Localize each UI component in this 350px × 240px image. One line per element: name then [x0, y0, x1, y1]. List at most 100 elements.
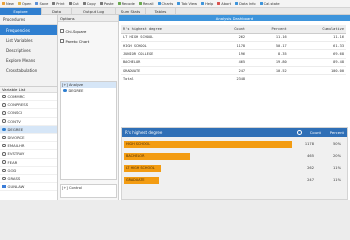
variable-item-conpress[interactable]: CONPRESS	[0, 101, 57, 110]
toolbar-label: Recode	[121, 1, 135, 6]
toolbar-cut-button[interactable]: Cut	[68, 2, 79, 6]
nominal-variable-icon	[2, 103, 6, 107]
toolbar-help-button[interactable]: Help	[201, 2, 213, 6]
analyze-target-box[interactable]: [+] Analyze DEGREE	[60, 81, 117, 180]
cell-category: BACHELOR	[121, 58, 216, 68]
variable-name: FEAR	[7, 159, 18, 165]
tab-data[interactable]: Data	[42, 7, 72, 15]
variable-item-degree[interactable]: DEGREE	[0, 125, 57, 134]
toolbar-save-button[interactable]: Save	[35, 2, 48, 6]
cell-percent	[247, 75, 289, 83]
column-header-count: Count	[216, 25, 248, 34]
nav-item-frequencies[interactable]: Frequencies	[0, 25, 57, 35]
chart-bar[interactable]: LT HIGH SCHOOL	[124, 164, 162, 172]
nominal-variable-icon	[2, 94, 6, 99]
tab-sum-stats[interactable]: Sum Stats	[116, 7, 146, 15]
variable-item-consci[interactable]: CONSCI	[0, 109, 57, 118]
toolbar-paste-button[interactable]: Paste	[99, 1, 114, 6]
toolbar-cal-state-button[interactable]: Cal.state	[259, 1, 280, 6]
nominal-variable-icon	[2, 152, 6, 156]
control-target-title: [+] Control	[62, 185, 82, 190]
nominal-variable-icon	[2, 119, 6, 123]
toolbar-open-button[interactable]: Open	[17, 1, 32, 6]
variable-list-panel: Variable List COMMRC CONPRESS CONSCI CONTV D…	[0, 86, 58, 200]
nav-item-list-variables[interactable]: List Variables	[0, 35, 57, 45]
chart-toggle-icon[interactable]	[297, 130, 302, 135]
tab-output-log[interactable]: Output Log	[72, 7, 116, 15]
chart-bar[interactable]: HIGH SCHOOL	[124, 140, 292, 148]
variable-item-divorce[interactable]: DIVORCE	[0, 134, 57, 143]
pareto-chart-checkbox[interactable]	[60, 39, 64, 43]
chart-bar[interactable]: GRADUATE	[124, 176, 160, 184]
variable-name: GOD	[7, 167, 17, 173]
chart-bar-label: LT HIGH SCHOOL	[126, 166, 155, 170]
variable-item-god[interactable]: GOD	[0, 167, 57, 175]
toolbar-label: Cal.state	[263, 1, 280, 6]
table-row: JUNIOR COLLEGE 196 8.35 69.68	[121, 49, 346, 59]
chi-square-checkbox[interactable]	[60, 29, 64, 33]
variable-item-gunlaw[interactable]: GUNLAW	[0, 183, 57, 192]
cell-count: 262	[216, 33, 248, 42]
paste-icon	[99, 2, 103, 5]
variable-item-grass[interactable]: GRASS	[0, 175, 57, 184]
cell-count: 2348	[236, 77, 246, 82]
variable-name: EVSTRAY	[7, 151, 25, 157]
toolbar-print-button[interactable]: Print	[52, 2, 65, 6]
pareto-chart-option[interactable]: Pareto Chart	[58, 36, 118, 46]
variable-item-commrc[interactable]: COMMRC	[0, 93, 57, 102]
tab-explore[interactable]: Explore	[0, 7, 42, 15]
variable-item-contv[interactable]: CONTV	[0, 118, 57, 126]
table-row: LT HIGH SCHOOL 262 11.16 11.16	[121, 33, 346, 42]
chart-bar[interactable]: BACHELOR	[124, 152, 191, 160]
toolbar-data-info-button[interactable]: Data Info	[235, 2, 256, 6]
datainfo-icon	[235, 2, 239, 5]
toolbar-new-button[interactable]: New	[2, 2, 14, 6]
variable-item-fear[interactable]: FEAR	[0, 159, 57, 167]
variable-item-evstray[interactable]: EVSTRAY	[0, 150, 57, 159]
chart-bar-percent: 11%	[333, 178, 341, 182]
toolbar-label: Open	[21, 1, 32, 6]
column-header-percent: Percent	[247, 25, 289, 34]
nominal-variable-icon	[2, 160, 6, 164]
cell-percent: 10.52	[247, 66, 289, 76]
tab-tables[interactable]: Tables	[146, 7, 176, 15]
cell-percent: 11.16	[247, 33, 289, 42]
chart-bar-percent: 11%	[333, 166, 341, 170]
help-icon	[201, 2, 205, 5]
toolbar-abort-button[interactable]: Abort	[217, 2, 231, 6]
chart-bar-percent: 50%	[333, 142, 341, 146]
chart-count-header: Count	[309, 130, 321, 135]
table-header-row: R's highest degree Count Percent Cumulat…	[121, 25, 346, 34]
cell-cumulative: 61.33	[288, 41, 346, 51]
toolbar-label: Data Info	[239, 1, 256, 6]
toolbar-label: Charts	[161, 1, 174, 6]
nav-item-explore-means[interactable]: Explore Means	[0, 55, 57, 65]
scale-variable-icon	[2, 184, 6, 189]
toolbar-recode-button[interactable]: Recode	[117, 1, 135, 6]
variable-item-emailhr[interactable]: EMAILHR	[0, 142, 57, 151]
column-header-cumulative: Cumulative	[288, 25, 346, 34]
cell-category: HIGH SCHOOL	[121, 41, 216, 51]
copy-icon	[82, 2, 86, 5]
toolbar-recall-button[interactable]: Recall	[138, 2, 154, 6]
chi-square-option[interactable]: Chi-Square	[58, 26, 118, 36]
toolbar-tab-view-button[interactable]: Tab View	[177, 2, 197, 6]
nav-item-descriptives[interactable]: Descriptives	[0, 45, 57, 55]
toolbar-label: Help	[205, 1, 214, 6]
cell-count: 1178	[216, 41, 248, 51]
cell-category: Total	[123, 77, 134, 82]
nav-item-crosstabulation[interactable]: Crosstabulation	[0, 65, 57, 75]
charts-icon	[157, 2, 161, 5]
analyze-variable-item[interactable]: DEGREE	[61, 88, 116, 94]
variable-name: CONTV	[7, 118, 21, 124]
control-target-box[interactable]: [+] Control	[60, 184, 117, 198]
cell-count: 465	[216, 58, 248, 68]
variable-name: CONSCI	[7, 110, 23, 116]
toolbar-label: Paste	[103, 1, 114, 6]
chart-bar-count: 465	[307, 154, 314, 158]
chart-title: R's highest degree	[125, 130, 163, 135]
toolbar-copy-button[interactable]: Copy	[82, 2, 96, 6]
chart-bar-count: 1178	[304, 142, 314, 146]
variable-name: CONPRESS	[7, 102, 29, 108]
toolbar-charts-button[interactable]: Charts	[157, 1, 174, 6]
